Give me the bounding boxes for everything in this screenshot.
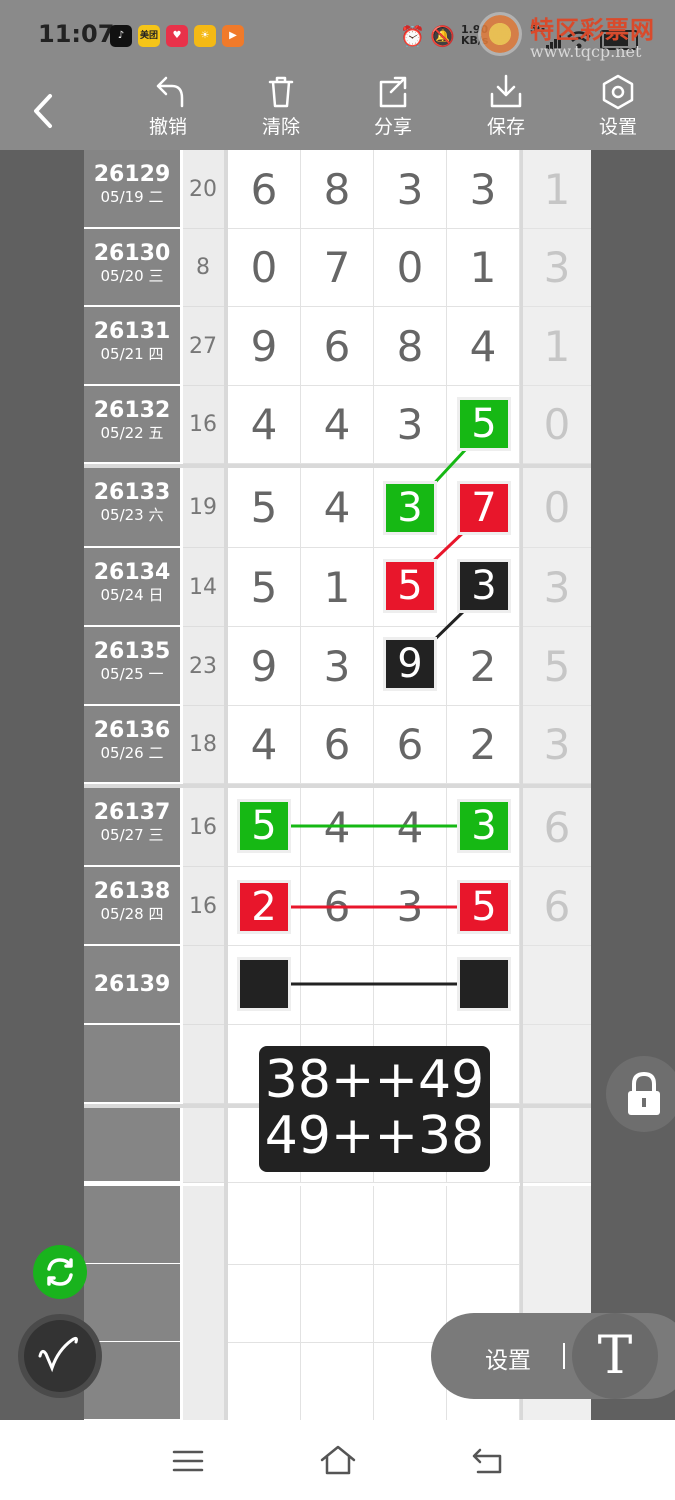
signature-pen-icon bbox=[38, 1336, 78, 1373]
drawing-lines bbox=[288, 446, 469, 986]
navigation-bar bbox=[0, 1420, 675, 1500]
lock-button[interactable] bbox=[606, 1056, 675, 1132]
pill-divider bbox=[563, 1343, 565, 1369]
tv-app-icon: ▶ bbox=[222, 25, 244, 47]
left-margin bbox=[0, 150, 84, 1420]
save-label: 保存 bbox=[486, 116, 525, 138]
share-label: 分享 bbox=[373, 116, 412, 138]
share-icon bbox=[379, 76, 407, 108]
settings-button[interactable]: 设置 bbox=[578, 72, 658, 150]
settings-label: 设置 bbox=[598, 116, 637, 138]
watermark: 特区彩票网 www.tqcp.net bbox=[478, 10, 668, 66]
green-mark: 5 bbox=[460, 400, 508, 448]
clear-button[interactable]: 清除 bbox=[241, 72, 321, 150]
download-icon bbox=[490, 74, 522, 108]
settings-hex-icon bbox=[602, 74, 634, 110]
green-mark: 5 bbox=[240, 802, 288, 850]
black-mark-empty bbox=[240, 960, 288, 1008]
status-time: 11:07 bbox=[38, 20, 115, 48]
black-mark: 9 bbox=[386, 640, 434, 688]
green-mark: 3 bbox=[386, 484, 434, 532]
tiktok-icon: ♪ bbox=[110, 25, 132, 47]
black-mark: 3 bbox=[460, 562, 508, 610]
refresh-icon bbox=[47, 1258, 73, 1286]
undo-button[interactable]: 撤销 bbox=[128, 72, 208, 150]
pen-button[interactable] bbox=[24, 1320, 96, 1392]
red-mark: 7 bbox=[460, 484, 508, 532]
chart-grid[interactable]: 26129 05/19 二 20 6 8 3 3 1 26130 05/20 三 8 0 7 0 1 3 261… bbox=[84, 150, 591, 1421]
back-nav-icon[interactable] bbox=[470, 1446, 504, 1476]
heart-app-icon: ♥ bbox=[166, 25, 188, 47]
sun-app-icon: ☀ bbox=[194, 25, 216, 47]
text-tool-button[interactable]: T bbox=[572, 1313, 658, 1399]
back-button[interactable] bbox=[20, 86, 70, 136]
undo-label: 撤销 bbox=[148, 116, 187, 138]
red-mark: 5 bbox=[386, 562, 434, 610]
formula-line-1: 38++49 bbox=[264, 1050, 485, 1110]
green-mark: 3 bbox=[460, 802, 508, 850]
formula-box[interactable]: 38++49 49++38 bbox=[259, 1046, 490, 1172]
bell-muted-icon: 🔕 bbox=[430, 24, 455, 48]
floating-settings-label[interactable]: 设置 bbox=[485, 1341, 531, 1375]
status-bar: 11:07 ♪ 美团 ♥ ☀ ▶ ⏰ 🔕 1.90 KB/s 5G 特区彩票网 … bbox=[0, 0, 675, 72]
red-diagonal-line bbox=[426, 527, 469, 568]
menu-icon[interactable] bbox=[172, 1448, 204, 1474]
watermark-logo bbox=[478, 12, 522, 56]
red-mark: 2 bbox=[240, 883, 288, 931]
home-icon[interactable] bbox=[318, 1444, 358, 1476]
back-arrow-icon bbox=[34, 94, 52, 128]
watermark-title: 特区彩票网 bbox=[530, 16, 655, 44]
right-margin bbox=[591, 150, 675, 1420]
meituan-icon: 美团 bbox=[138, 25, 160, 47]
undo-icon bbox=[156, 76, 184, 108]
red-mark: 5 bbox=[460, 883, 508, 931]
lock-icon bbox=[628, 1071, 660, 1115]
formula-line-2: 49++38 bbox=[264, 1106, 485, 1166]
clear-label: 清除 bbox=[261, 116, 300, 138]
black-mark-empty bbox=[460, 960, 508, 1008]
toolbar: 撤销 清除 分享 保存 设置 bbox=[0, 72, 675, 150]
trash-icon bbox=[268, 76, 294, 108]
alarm-icon: ⏰ bbox=[400, 24, 425, 48]
share-button[interactable]: 分享 bbox=[353, 72, 433, 150]
refresh-button[interactable] bbox=[33, 1245, 87, 1299]
save-button[interactable]: 保存 bbox=[466, 72, 546, 150]
watermark-url: www.tqcp.net bbox=[530, 42, 642, 61]
